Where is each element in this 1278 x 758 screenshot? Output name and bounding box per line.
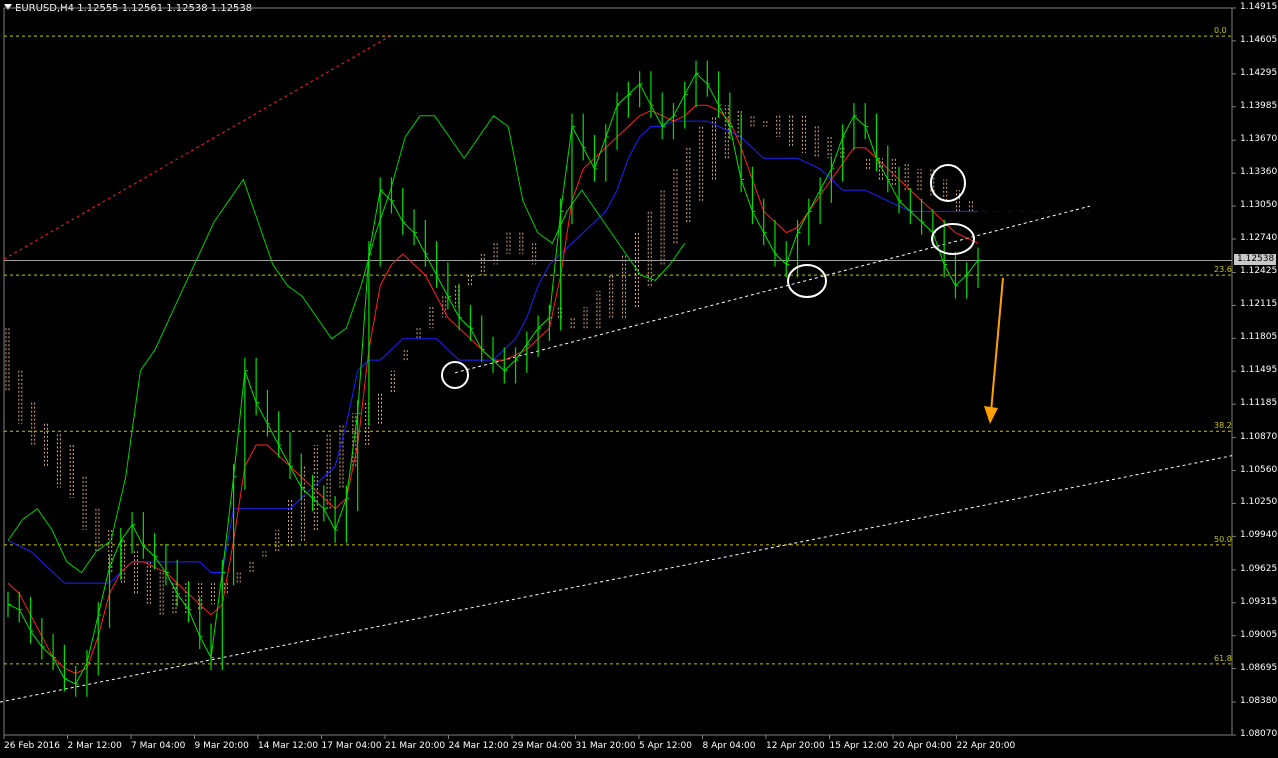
y-tick-label: 1.13050 (1240, 200, 1278, 211)
highlight-circle (787, 264, 827, 298)
x-tick-label: 8 Apr 04:00 (702, 741, 756, 751)
x-tick-label: 22 Apr 20:00 (956, 741, 1016, 751)
fib-level-label: 61.8 (1214, 653, 1232, 663)
fib-level-label: 50.0 (1214, 534, 1232, 544)
y-tick-label: 1.14605 (1240, 34, 1278, 45)
y-tick-label: 1.12115 (1240, 299, 1278, 310)
price-close-line (7, 72, 979, 685)
highlight-circle (931, 223, 975, 255)
x-tick-label: 7 Mar 04:00 (131, 741, 186, 751)
price-chart[interactable] (0, 0, 1278, 758)
lower-trendline (0, 455, 1233, 703)
y-tick-label: 1.10870 (1240, 431, 1278, 442)
y-tick-label: 1.13670 (1240, 134, 1278, 145)
tenkan-line (7, 104, 979, 674)
y-tick-label: 1.11185 (1240, 398, 1278, 409)
x-tick-label: 5 Apr 12:00 (639, 741, 692, 751)
y-tick-label: 1.09940 (1240, 530, 1278, 541)
y-tick-label: 1.10560 (1240, 464, 1278, 475)
y-tick-label: 1.11495 (1240, 365, 1278, 376)
y-tick-label: 1.10250 (1240, 497, 1278, 508)
fib-level-label: 0.0 (1214, 26, 1227, 36)
y-tick-label: 1.08380 (1240, 696, 1278, 707)
x-tick-label: 9 Mar 20:00 (194, 741, 249, 751)
y-tick-label: 1.13985 (1240, 100, 1278, 111)
y-tick-label: 1.08695 (1240, 662, 1278, 673)
support-trendline (454, 205, 1091, 374)
fib-level-label: 38.2 (1214, 421, 1232, 431)
x-tick-label: 24 Mar 12:00 (448, 741, 509, 751)
plot-frame (3, 7, 1233, 736)
target-arrow-shaft (990, 277, 1004, 413)
current-price-tag: 1.12538 (1234, 254, 1276, 265)
highlight-circle (930, 164, 966, 202)
y-tick-label: 1.14915 (1240, 2, 1278, 12)
y-tick-label: 1.12740 (1240, 233, 1278, 243)
y-tick-label: 1.08070 (1240, 729, 1278, 739)
x-tick-label: 17 Mar 04:00 (321, 741, 382, 751)
x-tick-label: 14 Mar 12:00 (258, 741, 319, 751)
y-tick-label: 1.09315 (1240, 596, 1278, 607)
y-tick-label: 1.13360 (1240, 167, 1278, 178)
x-tick-label: 31 Mar 20:00 (575, 741, 636, 751)
x-tick-label: 29 Mar 04:00 (512, 741, 573, 751)
x-tick-label: 2 Mar 12:00 (67, 741, 122, 751)
y-tick-label: 1.09005 (1240, 629, 1278, 640)
y-tick-label: 1.11805 (1240, 332, 1278, 343)
fib-level-label: 23.6 (1214, 265, 1232, 275)
x-tick-label: 21 Mar 20:00 (385, 741, 446, 751)
y-tick-label: 1.14295 (1240, 67, 1278, 78)
target-arrow-head (984, 406, 998, 424)
x-tick-label: 26 Feb 2016 (4, 741, 61, 751)
x-tick-label: 12 Apr 20:00 (766, 741, 825, 751)
y-tick-label: 1.12425 (1240, 266, 1278, 277)
y-tick-label: 1.09625 (1240, 563, 1278, 574)
channel-top-line (3, 35, 391, 260)
x-tick-label: 20 Apr 04:00 (893, 741, 952, 751)
x-tick-label: 15 Apr 12:00 (829, 741, 889, 751)
highlight-circle (441, 361, 469, 389)
